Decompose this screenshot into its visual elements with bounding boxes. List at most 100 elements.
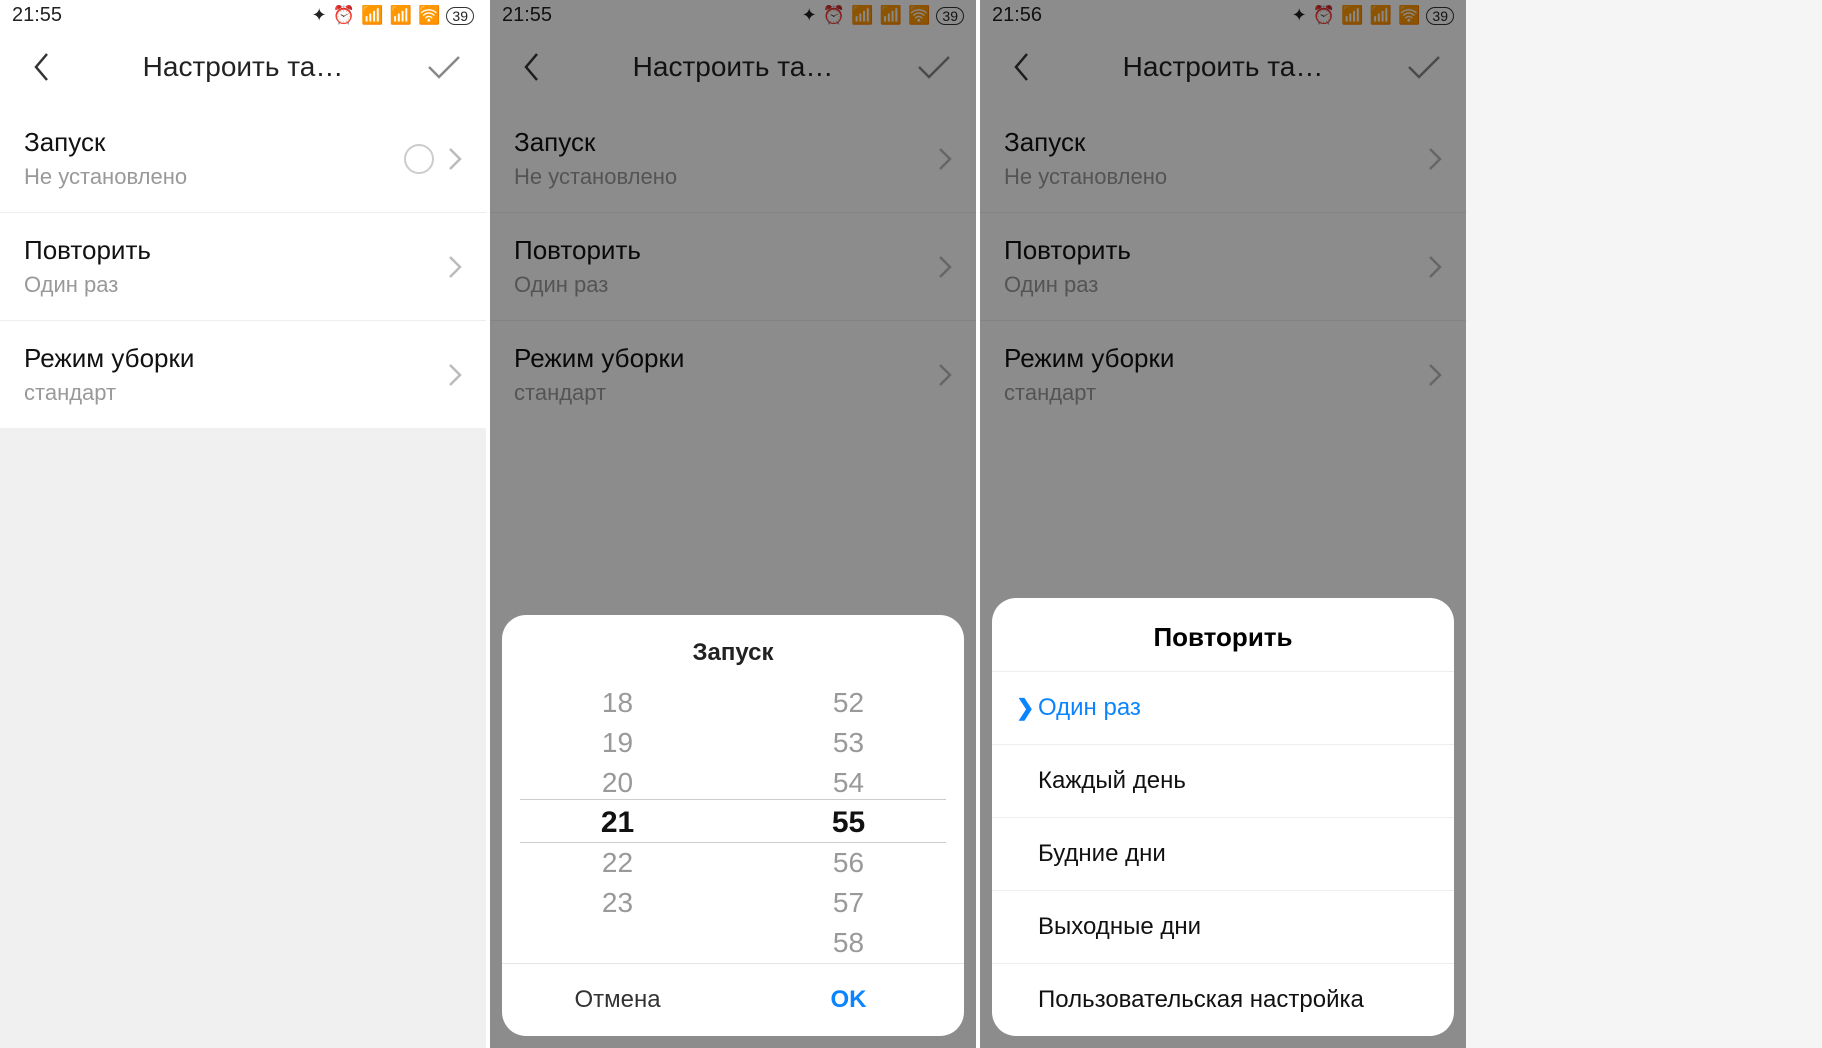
status-time: 21:55 [502,4,552,27]
minute-wheel[interactable]: 52 53 54 55 56 57 58 [733,683,964,963]
minute-option[interactable]: 53 [833,723,864,763]
repeat-option-once[interactable]: ❯ Один раз [992,671,1454,744]
repeat-option-daily[interactable]: Каждый день [992,744,1454,817]
row-mode[interactable]: Режим уборки стандарт [980,321,1466,428]
row-mode[interactable]: Режим уборки стандарт [0,321,486,428]
page-header: Настроить та… [490,29,976,105]
hour-selected[interactable]: 21 [601,803,634,843]
signal-icon-2: 📶 [390,5,412,26]
chevron-right-icon [938,147,952,171]
minute-option[interactable]: 54 [833,763,864,803]
dialog-title: Запуск [502,615,964,683]
status-icons: ✦ ⏰ 📶 📶 🛜 39 [802,5,964,26]
repeat-option-label: Один раз [1038,694,1141,722]
row-launch[interactable]: Запуск Не установлено [980,105,1466,213]
status-time: 21:56 [992,4,1042,27]
signal-icon-2: 📶 [1370,5,1392,26]
chevron-right-icon [448,363,462,387]
hour-wheel[interactable]: 18 19 20 21 22 23 [502,683,733,963]
row-mode[interactable]: Режим уборки стандарт [490,321,976,428]
hour-option[interactable]: 23 [602,883,633,923]
page-header: Настроить та… [980,29,1466,105]
battery-icon: 39 [1426,7,1454,25]
hour-option[interactable]: 22 [602,843,633,883]
signal-icon: 📶 [851,5,873,26]
hour-option[interactable]: 19 [602,723,633,763]
sheet-title: Повторить [992,598,1454,671]
confirm-button[interactable] [1406,49,1442,85]
row-launch[interactable]: Запуск Не установлено [490,105,976,213]
minute-option[interactable]: 52 [833,683,864,723]
screen-time-picker: 21:55 ✦ ⏰ 📶 📶 🛜 39 Настроить та… Запуск … [490,0,976,1048]
launch-toggle[interactable] [404,144,434,174]
selected-marker-icon: ❯ [1016,695,1030,721]
repeat-label: Повторить [24,235,448,266]
chevron-left-icon [523,52,541,82]
chevron-right-icon [1428,363,1442,387]
alarm-icon: ⏰ [823,5,845,26]
repeat-option-label: Выходные дни [1038,913,1201,941]
empty-area [0,428,486,1048]
battery-icon: 39 [446,7,474,25]
signal-icon: 📶 [361,5,383,26]
row-repeat[interactable]: Повторить Один раз [0,213,486,321]
ok-button[interactable]: OK [733,964,964,1036]
row-launch[interactable]: Запуск Не установлено [0,105,486,213]
back-button[interactable] [514,49,550,85]
back-button[interactable] [1004,49,1040,85]
page-title: Настроить та… [550,51,916,83]
status-bar: 21:55 ✦ ⏰ 📶 📶 🛜 39 [0,0,486,29]
confirm-button[interactable] [916,49,952,85]
alarm-icon: ⏰ [1313,5,1335,26]
chevron-right-icon [938,363,952,387]
mode-label: Режим уборки [24,343,448,374]
chevron-left-icon [33,52,51,82]
hour-option[interactable]: 20 [602,763,633,803]
page-title: Настроить та… [1040,51,1406,83]
minute-selected[interactable]: 55 [832,803,865,843]
repeat-option-label: Будние дни [1038,840,1166,868]
wifi-icon: 🛜 [908,5,930,26]
wifi-icon: 🛜 [418,5,440,26]
repeat-option-weekdays[interactable]: Будние дни [992,817,1454,890]
minute-option[interactable]: 58 [833,923,864,963]
status-bar: 21:56 ✦ ⏰ 📶 📶 🛜 39 [980,0,1466,29]
chevron-right-icon [938,255,952,279]
check-icon [427,55,461,79]
chevron-right-icon [448,255,462,279]
hour-option[interactable]: 18 [602,683,633,723]
status-bar: 21:55 ✦ ⏰ 📶 📶 🛜 39 [490,0,976,29]
status-icons: ✦ ⏰ 📶 📶 🛜 39 [312,5,474,26]
page-header: Настроить та… [0,29,486,105]
settings-list: Запуск Не установлено Повторить Один раз… [490,105,976,428]
minute-option[interactable]: 56 [833,843,864,883]
check-icon [1407,55,1441,79]
screen-settings: 21:55 ✦ ⏰ 📶 📶 🛜 39 Настроить та… Запуск … [0,0,486,1048]
settings-list: Запуск Не установлено Повторить Один раз… [0,105,486,428]
cancel-button[interactable]: Отмена [502,964,733,1036]
repeat-option-label: Пользовательская настройка [1038,986,1364,1014]
status-time: 21:55 [12,4,62,27]
dialog-buttons: Отмена OK [502,963,964,1036]
battery-icon: 39 [936,7,964,25]
repeat-option-label: Каждый день [1038,767,1186,795]
row-repeat[interactable]: Повторить Один раз [490,213,976,321]
chevron-right-icon [1428,147,1442,171]
page-title: Настроить та… [60,51,426,83]
mode-sub: стандарт [24,380,448,406]
repeat-option-custom[interactable]: Пользовательская настройка [992,963,1454,1036]
chevron-right-icon [1428,255,1442,279]
repeat-option-weekends[interactable]: Выходные дни [992,890,1454,963]
time-picker-dialog: Запуск 18 19 20 21 22 23 52 53 54 55 56 … [502,615,964,1036]
screen-repeat-sheet: 21:56 ✦ ⏰ 📶 📶 🛜 39 Настроить та… Запуск … [980,0,1466,1048]
minute-option[interactable]: 57 [833,883,864,923]
launch-sub: Не установлено [24,164,404,190]
confirm-button[interactable] [426,49,462,85]
wifi-icon: 🛜 [1398,5,1420,26]
row-repeat[interactable]: Повторить Один раз [980,213,1466,321]
signal-icon: 📶 [1341,5,1363,26]
chevron-right-icon [448,147,462,171]
status-icons: ✦ ⏰ 📶 📶 🛜 39 [1292,5,1454,26]
check-icon [917,55,951,79]
back-button[interactable] [24,49,60,85]
